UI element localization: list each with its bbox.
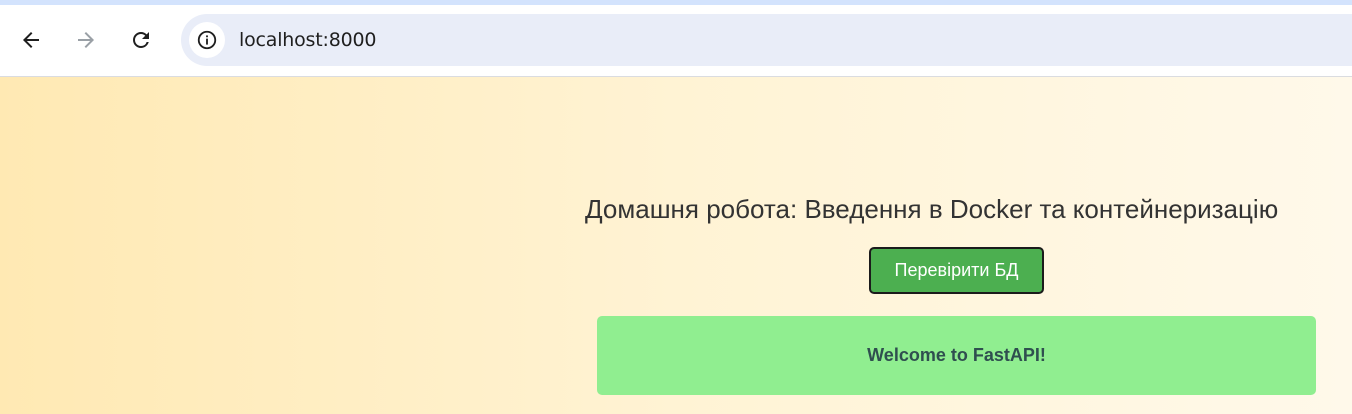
address-bar[interactable]: localhost:8000 — [181, 14, 1352, 66]
page-content: Домашня робота: Введення в Docker та кон… — [0, 77, 1352, 414]
page-title: Домашня робота: Введення в Docker та кон… — [585, 194, 1279, 224]
browser-toolbar: localhost:8000 — [0, 5, 1352, 77]
arrow-forward-icon — [78, 32, 94, 48]
message-text: Welcome to FastAPI! — [867, 345, 1046, 365]
reload-icon — [133, 32, 149, 48]
arrow-back-icon — [23, 32, 39, 48]
back-button[interactable] — [13, 22, 49, 58]
url-text[interactable]: localhost:8000 — [239, 28, 376, 52]
forward-button[interactable] — [68, 22, 104, 58]
site-info-button[interactable] — [189, 22, 225, 58]
message-box: Welcome to FastAPI! — [597, 316, 1316, 395]
check-db-button[interactable]: Перевірити БД — [869, 247, 1044, 294]
reload-button[interactable] — [123, 22, 159, 58]
info-icon — [197, 30, 217, 50]
